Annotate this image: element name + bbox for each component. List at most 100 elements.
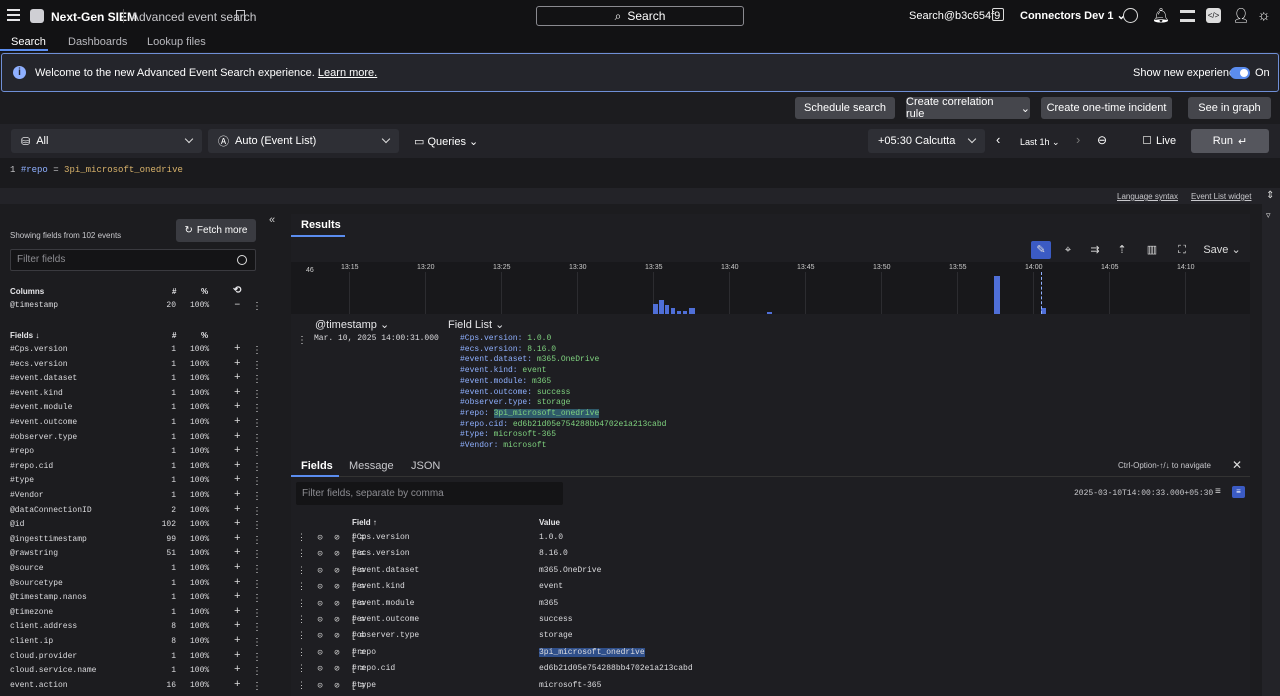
plus-icon[interactable]: +	[234, 416, 241, 428]
more-icon[interactable]: ⋮	[252, 476, 262, 488]
more-icon[interactable]: ⋮	[252, 535, 262, 547]
column-row[interactable]: @timestamp 20 100% – ⋮	[10, 299, 262, 315]
minus-icon[interactable]: –	[234, 299, 241, 311]
bell-icon[interactable]: 🔔︎	[1152, 8, 1170, 23]
schedule-search-button[interactable]: Schedule search	[795, 97, 895, 119]
field-row[interactable]: #Cps.version 1 100% + ⋮	[10, 343, 262, 359]
field-row[interactable]: #type 1 100% + ⋮	[10, 474, 262, 490]
more-icon[interactable]: ⋮	[252, 301, 262, 313]
more-icon[interactable]: ⋮	[252, 491, 262, 503]
run-button[interactable]: Run ↵	[1191, 129, 1269, 153]
field-row[interactable]: #event.dataset 1 100% + ⋮	[10, 372, 262, 388]
field-row[interactable]: #event.outcome 1 100% + ⋮	[10, 416, 262, 432]
field-row[interactable]: @timezone 1 100% + ⋮	[10, 606, 262, 622]
filter-lines-icon[interactable]: ≡	[1215, 486, 1221, 497]
more-icon[interactable]: ⋮	[252, 389, 262, 401]
detail-row[interactable]: ⋮ ⊝ ⊘ [≡ #ecs.version 8.16.0	[291, 546, 1250, 562]
plus-icon[interactable]: +	[234, 445, 241, 457]
histogram-bar[interactable]	[994, 276, 1000, 314]
field-row[interactable]: @ingesttimestamp 99 100% + ⋮	[10, 533, 262, 549]
plus-icon[interactable]: +	[234, 606, 241, 618]
plus-icon[interactable]: +	[234, 460, 241, 472]
detail-row[interactable]: ⋮ ⊝ ⊘ [≡ #Cps.version 1.0.0	[291, 530, 1250, 546]
field-row[interactable]: @rawstring 51 100% + ⋮	[10, 547, 262, 563]
plus-icon[interactable]: +	[234, 431, 241, 443]
detail-row[interactable]: ⋮ ⊝ ⊘ [≡ #event.outcome success	[291, 612, 1250, 628]
query-code[interactable]: 1 #repo = 3pi_microsoft_onedrive	[10, 165, 183, 175]
field-row[interactable]: client.address 8 100% + ⋮	[10, 620, 262, 636]
chevron-left-icon[interactable]: ‹	[996, 132, 1000, 147]
reset-icon[interactable]: ⟲	[233, 285, 241, 296]
chevron-right-icon[interactable]: ›	[1076, 132, 1080, 147]
detail-row[interactable]: ⋮ ⊝ ⊘ [≡ #event.dataset m365.OneDrive	[291, 563, 1250, 579]
repository-select[interactable]: ⛁ All	[11, 129, 202, 153]
field-row[interactable]: #observer.type 1 100% + ⋮	[10, 431, 262, 447]
histogram-bar[interactable]	[665, 305, 669, 314]
resize-icon[interactable]: ⇕	[1266, 190, 1274, 201]
more-icon[interactable]: ⋮	[252, 652, 262, 664]
plus-icon[interactable]: +	[234, 679, 241, 691]
see-in-graph-button[interactable]: See in graph	[1188, 97, 1271, 119]
inbox-icon[interactable]	[1180, 10, 1195, 22]
more-icon[interactable]: ⋮	[252, 549, 262, 561]
plus-icon[interactable]: +	[234, 635, 241, 647]
plus-icon[interactable]: +	[234, 489, 241, 501]
user-icon[interactable]: 👤︎	[1232, 8, 1250, 23]
plus-icon[interactable]: +	[234, 372, 241, 384]
tenant-switcher[interactable]: Connectors Dev 1 ⌄	[1020, 9, 1126, 22]
field-row[interactable]: event.action 16 100% + ⋮	[10, 679, 262, 695]
learn-more-link[interactable]: Learn more.	[318, 67, 377, 79]
field-row[interactable]: cloud.provider 1 100% + ⋮	[10, 650, 262, 666]
field-column-header[interactable]: Field ↑	[352, 518, 377, 527]
tab-json[interactable]: JSON	[411, 460, 440, 472]
sun-icon[interactable]: ☼	[1257, 8, 1272, 23]
clipboard-icon[interactable]	[992, 8, 1004, 21]
more-icon[interactable]: ⋮	[252, 462, 262, 474]
new-experience-toggle[interactable]	[1230, 67, 1250, 79]
event-histogram[interactable]: 46 13:15 13:20 13:25 13:30 13:35 13:40 13:45 13…	[291, 262, 1250, 314]
detail-row[interactable]: ⋮ ⊝ ⊘ [≡ #repo 3pi_microsoft_onedrive	[291, 645, 1250, 661]
plus-icon[interactable]: +	[234, 650, 241, 662]
tab-fields[interactable]: Fields	[301, 460, 333, 472]
menu-icon[interactable]	[7, 9, 20, 21]
detail-row[interactable]: ⋮ ⊝ ⊘ [≡ #repo.cid ed6b21d05e754288bb4702e…	[291, 661, 1250, 677]
filter-icon[interactable]: ▿	[1266, 210, 1271, 221]
more-icon[interactable]: ⋮	[252, 403, 262, 415]
tab-lookup-files[interactable]: Lookup files	[147, 36, 206, 48]
more-icon[interactable]: ⋮	[252, 637, 262, 649]
query-editor[interactable]: 1 #repo = 3pi_microsoft_onedrive	[0, 158, 1280, 188]
detail-row[interactable]: ⋮ ⊝ ⊘ [≡ #observer.type storage	[291, 628, 1250, 644]
more-icon[interactable]: ⋮	[252, 564, 262, 576]
more-icon[interactable]: ⋮	[252, 666, 262, 678]
more-icon[interactable]: ⋮	[252, 447, 262, 459]
fields-header[interactable]: Fields ↓	[10, 331, 39, 340]
more-icon[interactable]: ⋮	[252, 579, 262, 591]
close-icon[interactable]: ✕	[1232, 458, 1242, 472]
code-icon[interactable]: </>	[1206, 8, 1221, 23]
sort-icon[interactable]: ⇡	[1112, 241, 1132, 259]
zoom-out-icon[interactable]: ⊖	[1097, 133, 1107, 147]
tab-search[interactable]: Search	[11, 36, 46, 48]
plus-icon[interactable]: +	[234, 474, 241, 486]
tab-results[interactable]: Results	[301, 219, 341, 231]
global-search-button[interactable]: ⌕ Search	[536, 6, 744, 26]
tab-dashboards[interactable]: Dashboards	[68, 36, 127, 48]
more-icon[interactable]: ⋮	[252, 506, 262, 518]
chart-off-icon[interactable]: ▥	[1142, 241, 1162, 259]
detail-row[interactable]: ⋮ ⊝ ⊘ [≡ #event.module m365	[291, 596, 1250, 612]
detail-row[interactable]: ⋮ ⊝ ⊘ [≡ #type microsoft-365	[291, 678, 1250, 694]
event-more-icon[interactable]: ⋮	[297, 335, 307, 346]
field-row[interactable]: client.ip 8 100% + ⋮	[10, 635, 262, 651]
histogram-bar[interactable]	[683, 311, 687, 314]
field-row[interactable]: cloud.service.name 1 100% + ⋮	[10, 664, 262, 680]
plus-icon[interactable]: +	[234, 533, 241, 545]
histogram-bar[interactable]	[659, 300, 664, 314]
histogram-bar[interactable]	[689, 308, 695, 314]
filter-fields-input[interactable]: Filter fields	[10, 249, 256, 271]
create-correlation-rule-button[interactable]: Create correlation rule ⌄	[906, 96, 1030, 120]
create-incident-button[interactable]: Create one-time incident	[1041, 97, 1172, 119]
crosshair-icon[interactable]: ⌖	[1058, 241, 1078, 259]
field-row[interactable]: #ecs.version 1 100% + ⋮	[10, 358, 262, 374]
language-syntax-link[interactable]: Language syntax	[1117, 192, 1178, 201]
field-row[interactable]: @timestamp.nanos 1 100% + ⋮	[10, 591, 262, 607]
